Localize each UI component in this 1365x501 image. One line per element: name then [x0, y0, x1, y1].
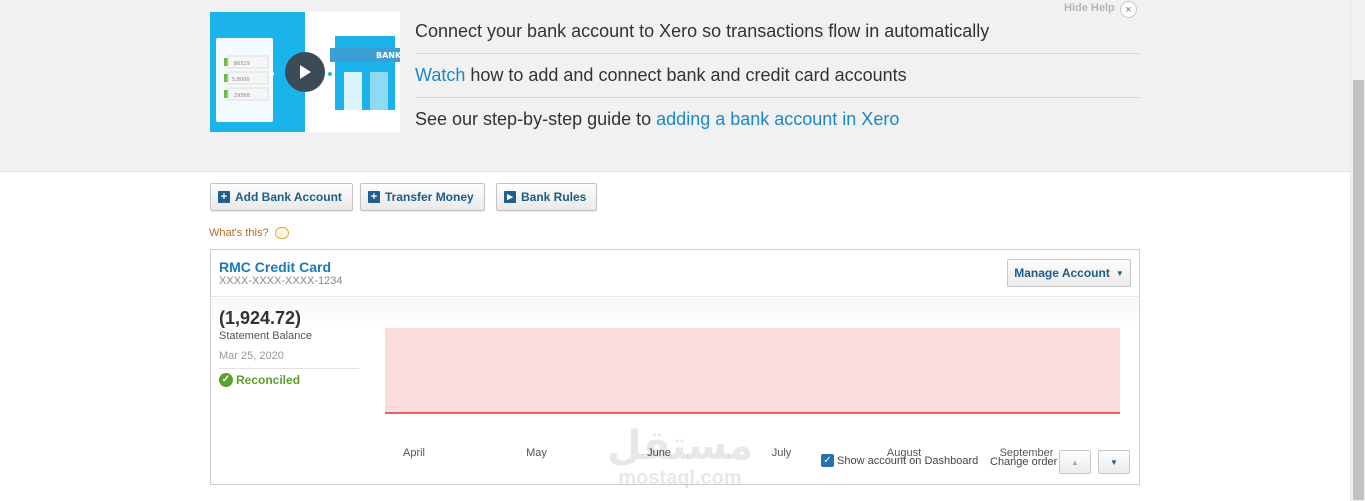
close-help-icon[interactable]: ×	[1120, 1, 1137, 18]
help-line-guide: See our step-by-step guide to adding a b…	[415, 98, 1140, 142]
bank-rules-button[interactable]: ▸ Bank Rules	[496, 183, 598, 211]
help-line-watch: Watch how to add and connect bank and cr…	[415, 54, 1140, 98]
account-panel: RMC Credit Card XXXX-XXXX-XXXX-1234 Mana…	[210, 249, 1140, 485]
show-on-dashboard-control[interactable]: ✓ Show account on Dashboard	[821, 454, 978, 467]
account-panel-body: (1,924.72) Statement Balance Mar 25, 202…	[211, 298, 1139, 484]
manage-account-label: Manage Account	[1014, 266, 1110, 280]
help-video-thumbnail[interactable]: 86529 5,8000 29568 BANK	[210, 12, 400, 132]
speech-bubble-icon	[274, 227, 289, 239]
arrow-right-icon: ▸	[504, 191, 516, 203]
help-watch-text: how to add and connect bank and credit c…	[465, 65, 907, 85]
add-bank-account-label: Add Bank Account	[235, 190, 342, 204]
video-amount-1: 86529	[234, 61, 250, 67]
move-up-button[interactable]: ▲	[1059, 450, 1091, 474]
play-icon	[300, 65, 311, 79]
video-bank-sign: BANK	[376, 51, 400, 60]
whats-this-label: What's this?	[209, 227, 269, 239]
play-button[interactable]	[285, 52, 325, 92]
reconciled-status: ✓ Reconciled	[219, 373, 300, 387]
whats-this-link[interactable]: What's this?	[209, 227, 289, 239]
video-amount-2: 5,8000	[232, 77, 250, 83]
chart-area-fill	[385, 328, 1120, 413]
video-amount-3: 29568	[234, 93, 250, 99]
chevron-down-icon: ▼	[1115, 268, 1124, 278]
hide-help-link[interactable]: Hide Help	[1064, 2, 1115, 14]
change-order-label: Change order	[990, 456, 1058, 468]
add-bank-account-button[interactable]: + Add Bank Account	[210, 183, 353, 211]
statement-balance-amount: (1,924.72)	[219, 308, 302, 328]
show-on-dashboard-label: Show account on Dashboard	[837, 454, 979, 467]
chart-month-label: April	[402, 447, 426, 459]
chart-month-label: May	[526, 447, 547, 459]
watch-link[interactable]: Watch	[415, 65, 465, 85]
manage-account-button[interactable]: Manage Account ▼	[1007, 259, 1131, 287]
arrow-up-icon: ▲	[1071, 457, 1079, 467]
plus-icon: +	[368, 191, 380, 203]
help-connect-text: Connect your bank account to Xero so tra…	[415, 21, 990, 41]
statement-balance-date: Mar 25, 2020	[219, 350, 284, 362]
transfer-money-button[interactable]: + Transfer Money	[360, 183, 485, 211]
account-number: XXXX-XXXX-XXXX-1234	[219, 275, 343, 287]
page-scrollbar[interactable]	[1350, 0, 1365, 501]
help-banner: 86529 5,8000 29568 BANK Connect your ban…	[0, 0, 1350, 172]
account-chart: April May June July August September	[384, 326, 1122, 459]
account-name-link[interactable]: RMC Credit Card	[219, 259, 331, 275]
help-line-connect: Connect your bank account to Xero so tra…	[415, 10, 1140, 54]
chart-month-label: June	[647, 447, 671, 459]
move-down-button[interactable]: ▼	[1098, 450, 1130, 474]
account-panel-header: RMC Credit Card XXXX-XXXX-XXXX-1234 Mana…	[211, 250, 1139, 297]
transfer-money-label: Transfer Money	[385, 190, 474, 204]
chart-svg	[385, 328, 1120, 414]
help-guide-text: See our step-by-step guide to	[415, 109, 657, 129]
chart-month-label: July	[771, 447, 792, 459]
plus-icon: +	[218, 191, 230, 203]
guide-link[interactable]: adding a bank account in Xero	[656, 109, 899, 129]
help-lines: Connect your bank account to Xero so tra…	[415, 10, 1140, 142]
balance-divider	[219, 368, 359, 369]
statement-balance-label: Statement Balance	[219, 330, 312, 342]
arrow-down-icon: ▼	[1110, 457, 1118, 467]
check-circle-icon: ✓	[219, 373, 233, 387]
bank-rules-label: Bank Rules	[521, 190, 587, 204]
scrollbar-thumb[interactable]	[1353, 80, 1364, 500]
show-on-dashboard-checkbox[interactable]: ✓	[821, 454, 834, 467]
reconciled-label: Reconciled	[236, 373, 301, 387]
